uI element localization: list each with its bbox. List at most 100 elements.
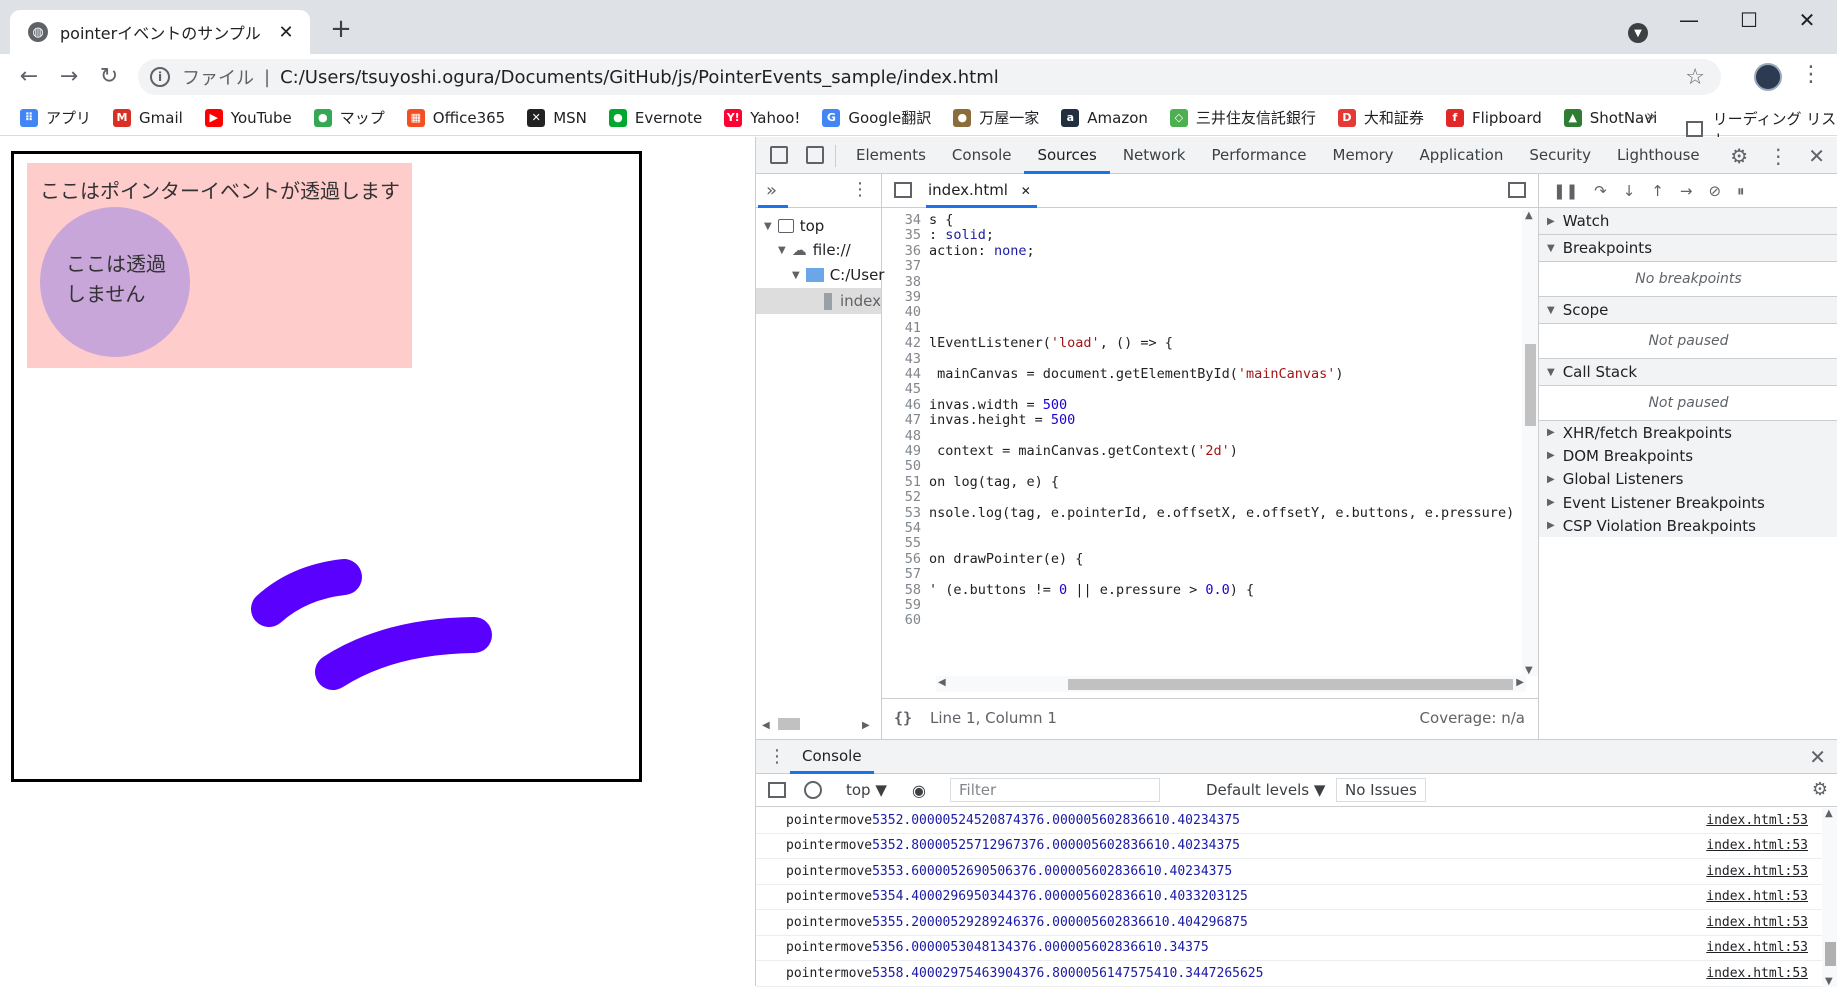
devtools-tab-network[interactable]: Network — [1110, 137, 1199, 174]
bookmark-flipboard[interactable]: f Flipboard — [1445, 108, 1542, 127]
drawer-tab-console[interactable]: Console — [790, 740, 874, 774]
debugger-pane[interactable]: ▶ CSP Violation Breakpoints — [1539, 514, 1837, 538]
drawer-menu-icon[interactable]: ⋮ — [768, 746, 786, 767]
step-over-icon[interactable]: ↷ — [1594, 182, 1607, 200]
drawer-close-icon[interactable]: ✕ — [1809, 745, 1826, 769]
tree-item-top[interactable]: ▼ top — [764, 217, 824, 235]
tab-close-icon[interactable]: ✕ — [276, 22, 296, 43]
info-icon[interactable]: i — [150, 67, 170, 87]
bookmark-msn[interactable]: ✕ MSN — [527, 108, 587, 127]
debugger-pane[interactable]: ▶ DOM Breakpoints — [1539, 444, 1837, 468]
console-source-link[interactable]: index.html:53 — [1706, 915, 1808, 930]
devtools-tab-sources[interactable]: Sources — [1024, 137, 1110, 174]
issues-button[interactable]: No Issues — [1336, 778, 1426, 802]
pause-on-exceptions-icon[interactable]: ⏸ — [1737, 182, 1745, 200]
editor-vscroll[interactable]: ▲ ▼ — [1522, 210, 1538, 676]
bookmark-マップ[interactable]: ● マップ — [313, 107, 385, 128]
context-selector[interactable]: top ▼ — [846, 781, 887, 799]
console-source-link[interactable]: index.html:53 — [1706, 838, 1808, 853]
bookmarks-overflow-icon[interactable]: » — [1646, 106, 1656, 125]
url-text[interactable]: C:/Users/tsuyoshi.ogura/Documents/GitHub… — [280, 67, 999, 88]
bookmark-youtube[interactable]: ▶ YouTube — [204, 108, 292, 127]
device-toolbar-icon[interactable] — [806, 146, 824, 164]
back-icon[interactable]: ← — [14, 62, 44, 92]
devtools-tab-lighthouse[interactable]: Lighthouse — [1604, 137, 1713, 174]
devtools-close-icon[interactable]: ✕ — [1808, 144, 1825, 168]
bookmark-amazon[interactable]: a Amazon — [1061, 108, 1148, 127]
tab-search-icon[interactable]: ▼ — [1628, 23, 1648, 43]
call-stack-pane[interactable]: ▼ Call Stack — [1539, 359, 1837, 386]
clear-console-icon[interactable] — [804, 781, 822, 799]
watch-pane[interactable]: ▶ Watch — [1539, 208, 1837, 235]
bookmark-star-icon[interactable]: ☆ — [1685, 65, 1705, 90]
bookmark-大和証券[interactable]: D 大和証券 — [1337, 107, 1424, 128]
line-number[interactable]: 60 — [882, 612, 926, 630]
bookmark-アプリ[interactable]: ⠿ アプリ — [20, 107, 91, 128]
devtools-tab-elements[interactable]: Elements — [843, 137, 939, 174]
bookmark-三井住友信託銀行[interactable]: ◇ 三井住友信託銀行 — [1169, 107, 1316, 128]
live-expression-eye-icon[interactable]: ◉ — [912, 781, 926, 800]
navigator-menu-icon[interactable]: ⋮ — [851, 179, 869, 200]
console-source-link[interactable]: index.html:53 — [1706, 966, 1808, 981]
console-value-pressure: 0.40234375 — [1153, 863, 1233, 879]
browser-tab[interactable]: ◍ pointerイベントのサンプル ✕ — [10, 10, 310, 54]
breakpoints-pane[interactable]: ▼ Breakpoints — [1539, 235, 1837, 262]
bookmark-google翻訳[interactable]: G Google翻訳 — [822, 107, 931, 128]
bookmark-evernote[interactable]: ● Evernote — [608, 108, 702, 127]
tree-item-origin[interactable]: ▼ ☁ file:// — [778, 241, 851, 259]
editor-tab-index[interactable]: index.html ✕ — [926, 174, 1037, 208]
console-settings-icon[interactable]: ⚙ — [1812, 779, 1828, 800]
tree-item-file[interactable]: index — [756, 288, 881, 314]
console-source-link[interactable]: index.html:53 — [1706, 889, 1808, 904]
devtools-tab-console[interactable]: Console — [939, 137, 1025, 174]
deactivate-breakpoints-icon[interactable]: ⊘ — [1708, 182, 1721, 200]
toggle-navigator-icon[interactable] — [894, 182, 912, 198]
navigator-hscroll[interactable]: ◀ ▶ — [762, 717, 872, 731]
step-icon[interactable]: → — [1680, 182, 1693, 200]
gmail-icon: M — [113, 108, 132, 127]
main-canvas[interactable]: ここはポインターイベントが透過します ここは透過 しません — [11, 151, 642, 782]
step-into-icon[interactable]: ↓ — [1623, 182, 1636, 200]
bookmark-yahoo![interactable]: Y! Yahoo! — [724, 108, 800, 127]
pause-icon[interactable]: ❚❚ — [1553, 182, 1578, 200]
scope-pane[interactable]: ▼ Scope — [1539, 297, 1837, 324]
console-vscroll[interactable]: ▲ ▼ — [1822, 808, 1837, 987]
minimize-button[interactable]: — — [1667, 8, 1711, 32]
console-source-link[interactable]: index.html:53 — [1706, 940, 1808, 955]
devtools-tab-memory[interactable]: Memory — [1320, 137, 1407, 174]
forward-icon[interactable]: → — [54, 62, 84, 92]
toggle-debugger-icon[interactable] — [1508, 182, 1526, 198]
code-area[interactable]: 34 s {35: solid; 36 action: none; 37 38 39 40 41… — [882, 210, 1539, 676]
debugger-pane[interactable]: ▶ Global Listeners — [1539, 467, 1837, 491]
console-source-link[interactable]: index.html:53 — [1706, 864, 1808, 879]
pretty-print-icon[interactable]: {} — [894, 709, 912, 727]
debugger-pane[interactable]: ▶ XHR/fetch Breakpoints — [1539, 421, 1837, 445]
settings-gear-icon[interactable]: ⚙ — [1730, 144, 1748, 168]
inspect-element-icon[interactable] — [770, 146, 788, 164]
bookmark-万屋一家[interactable]: ● 万屋一家 — [953, 107, 1039, 128]
console-filter-input[interactable]: Filter — [950, 778, 1160, 802]
step-out-icon[interactable]: ↑ — [1651, 182, 1664, 200]
bookmark-gmail[interactable]: M Gmail — [113, 108, 183, 127]
editor-tab-close-icon[interactable]: ✕ — [1021, 184, 1031, 198]
close-window-button[interactable]: ✕ — [1785, 8, 1829, 32]
log-levels-dropdown[interactable]: Default levels ▼ — [1206, 781, 1325, 799]
browser-menu-icon[interactable]: ⋮ — [1800, 62, 1822, 87]
devtools-tab-security[interactable]: Security — [1516, 137, 1604, 174]
tree-item-folder[interactable]: ▼ C:/User — [792, 266, 884, 284]
editor-hscroll[interactable]: ◀ ▶ — [936, 676, 1526, 692]
new-tab-button[interactable]: + — [326, 14, 356, 44]
more-tabs-icon[interactable]: » — [766, 180, 777, 201]
devtools-tab-performance[interactable]: Performance — [1198, 137, 1319, 174]
console-source-link[interactable]: index.html:53 — [1706, 813, 1808, 828]
maximize-button[interactable]: ☐ — [1727, 8, 1771, 32]
address-bar[interactable]: i ファイル | C:/Users/tsuyoshi.ogura/Documen… — [138, 59, 1721, 95]
bookmark-shotnavi[interactable]: ▲ ShotNavi — [1563, 108, 1657, 127]
profile-avatar[interactable] — [1754, 63, 1782, 91]
debugger-pane[interactable]: ▶ Event Listener Breakpoints — [1539, 490, 1837, 515]
devtools-tab-application[interactable]: Application — [1407, 137, 1517, 174]
reload-icon[interactable]: ↻ — [94, 62, 124, 92]
console-sidebar-icon[interactable] — [768, 782, 786, 798]
bookmark-office365[interactable]: ▦ Office365 — [406, 108, 505, 127]
devtools-menu-icon[interactable]: ⋮ — [1768, 144, 1788, 168]
